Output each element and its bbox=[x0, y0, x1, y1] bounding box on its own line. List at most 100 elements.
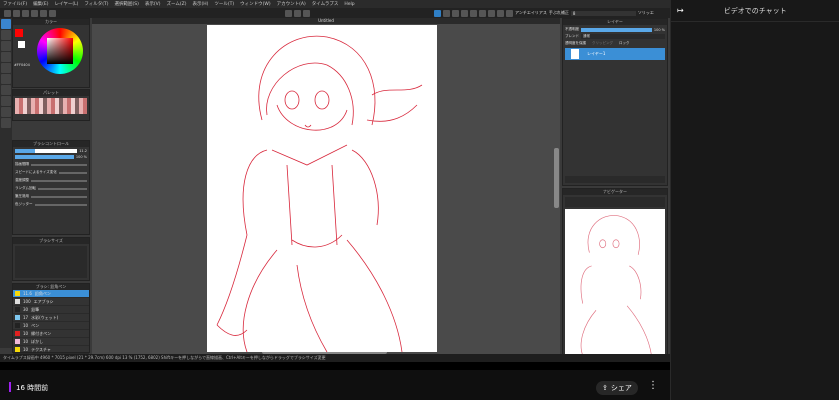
hand-tool-icon[interactable] bbox=[1, 118, 11, 128]
brush-setting-slider[interactable] bbox=[31, 195, 87, 198]
background-color[interactable] bbox=[18, 41, 25, 48]
undo-button[interactable] bbox=[285, 9, 292, 17]
brush-setting-row[interactable]: 筆圧適用 bbox=[15, 194, 87, 199]
menu-item[interactable]: タイムラプス bbox=[312, 1, 339, 7]
gradient-tool-icon[interactable] bbox=[1, 85, 11, 95]
navigator-buttons[interactable] bbox=[565, 197, 665, 207]
lock-checkbox[interactable]: ロック bbox=[619, 41, 630, 46]
protect-alpha-checkbox[interactable]: 透明度を保護 bbox=[565, 41, 586, 46]
save-as-button[interactable] bbox=[31, 9, 38, 17]
brush-item[interactable]: 17 水彩(ウェット) bbox=[13, 314, 89, 322]
navigator-preview[interactable] bbox=[565, 209, 665, 357]
clipping-checkbox[interactable]: クリッピング bbox=[592, 41, 613, 46]
open-button[interactable] bbox=[13, 9, 20, 17]
menu-item[interactable]: Help bbox=[344, 2, 354, 7]
brush-setting-slider[interactable] bbox=[34, 203, 87, 206]
cross-snap-button[interactable] bbox=[470, 9, 477, 17]
redo-button[interactable] bbox=[294, 9, 301, 17]
menu-item[interactable]: 編集(E) bbox=[33, 1, 48, 7]
correction-select[interactable]: 8 bbox=[570, 10, 636, 16]
brush-item[interactable]: 10 ぼかし bbox=[13, 338, 89, 346]
brush-setting-row[interactable]: 描画間隔 bbox=[15, 162, 87, 167]
text-tool-icon[interactable] bbox=[1, 96, 11, 106]
brush-setting-label: 濃度調整 bbox=[15, 178, 29, 182]
brush-item[interactable]: 10 縁付きペン bbox=[13, 330, 89, 338]
brush-size: 10 bbox=[23, 331, 29, 336]
brush-color-swatch bbox=[15, 339, 20, 344]
brush-setting-row[interactable]: 色ジッター bbox=[15, 202, 87, 207]
brush-setting-row[interactable]: ランダム回転 bbox=[15, 186, 87, 191]
brush-item[interactable]: 30 鉛筆 bbox=[13, 306, 89, 314]
foreground-color[interactable] bbox=[15, 29, 23, 37]
snap-checkbox[interactable]: ソリッエ bbox=[638, 10, 654, 16]
antialias-label[interactable]: アンチエイリアス bbox=[515, 10, 547, 16]
brush-setting-row[interactable]: 濃度調整 bbox=[15, 178, 87, 183]
brush-setting-slider[interactable] bbox=[58, 171, 87, 174]
brush-item[interactable]: 100 エアブラシ bbox=[13, 298, 89, 306]
dot-tool-icon[interactable] bbox=[1, 41, 11, 51]
save-button[interactable] bbox=[22, 9, 29, 17]
blend-select[interactable]: 通常 bbox=[581, 34, 665, 39]
share-button[interactable]: ⇪ シェア bbox=[596, 381, 638, 395]
menu-item[interactable]: レイヤー(L) bbox=[54, 1, 78, 7]
canvas-tab[interactable]: Untitled bbox=[92, 18, 560, 24]
radial-snap-button[interactable] bbox=[461, 9, 468, 17]
menu-item[interactable]: フィルタ(T) bbox=[84, 1, 108, 7]
brush-size-slider[interactable] bbox=[15, 149, 78, 153]
share-icon: ⇪ bbox=[602, 384, 608, 392]
eyedropper-tool-icon[interactable] bbox=[1, 107, 11, 117]
palette-swatches[interactable] bbox=[15, 98, 87, 114]
move-tool-icon[interactable] bbox=[1, 63, 11, 73]
brush-setting-slider[interactable] bbox=[38, 187, 87, 190]
select-tool-icon[interactable] bbox=[1, 52, 11, 62]
parallel-snap-button[interactable] bbox=[443, 9, 450, 17]
opacity-slider[interactable] bbox=[15, 155, 74, 159]
vertical-scrollbar[interactable] bbox=[554, 148, 559, 208]
drawing-canvas[interactable] bbox=[207, 25, 437, 353]
brush-setting-slider[interactable] bbox=[31, 163, 87, 166]
new-file-button[interactable] bbox=[4, 9, 11, 17]
perspective-button[interactable] bbox=[497, 9, 504, 17]
menu-item[interactable]: ファイル(F) bbox=[3, 1, 27, 7]
brush-setting-label: 描画間隔 bbox=[15, 162, 29, 166]
brush-size-presets[interactable] bbox=[15, 246, 87, 278]
menu-item[interactable]: ウィンドウ(W) bbox=[240, 1, 270, 7]
brush-setting-slider[interactable] bbox=[31, 179, 87, 182]
menu-item[interactable]: 表示(V) bbox=[145, 1, 161, 7]
layer-opacity-slider[interactable] bbox=[581, 27, 652, 32]
opacity-value: 100 % bbox=[75, 155, 87, 159]
brush-item[interactable]: 11.6 鉛角ペン bbox=[13, 290, 89, 298]
saturation-square[interactable] bbox=[47, 38, 73, 64]
settings-button[interactable] bbox=[506, 9, 513, 17]
export-button[interactable] bbox=[40, 9, 47, 17]
brush-item[interactable]: 10 テクスチャ bbox=[13, 346, 89, 354]
color-wheel[interactable] bbox=[37, 28, 83, 74]
fill-tool-icon[interactable] bbox=[1, 74, 11, 84]
snap-off-button[interactable] bbox=[434, 9, 441, 17]
layer-row[interactable]: レイヤー1 bbox=[565, 48, 665, 60]
eraser-tool-icon[interactable] bbox=[1, 30, 11, 40]
more-options-icon[interactable]: ⋮ bbox=[648, 380, 658, 391]
menu-item[interactable]: ズーム(Z) bbox=[167, 1, 187, 7]
brush-item[interactable]: 10 ペン bbox=[13, 322, 89, 330]
palette-title: パレット bbox=[13, 90, 89, 96]
grid-snap-button[interactable] bbox=[452, 9, 459, 17]
video-progress-area[interactable] bbox=[0, 362, 670, 370]
menu-item[interactable]: 表示(H) bbox=[192, 1, 208, 7]
brush-control-panel: ブラシコントロール 11.2 100 % 描画間隔 スピードによるサイズ変化 濃度調… bbox=[12, 140, 90, 235]
menu-item[interactable]: ツール(T) bbox=[214, 1, 234, 7]
menu-item[interactable]: アカウント(A) bbox=[277, 1, 306, 7]
deselect-button[interactable] bbox=[303, 9, 310, 17]
tool-bar bbox=[0, 18, 12, 348]
cloud-button[interactable] bbox=[49, 9, 56, 17]
brush-color-swatch bbox=[15, 315, 20, 320]
circle-snap-button[interactable] bbox=[479, 9, 486, 17]
brush-setting-row[interactable]: スピードによるサイズ変化 bbox=[15, 170, 87, 175]
curve-snap-button[interactable] bbox=[488, 9, 495, 17]
brush-name: テクスチャ bbox=[31, 346, 51, 352]
menu-item[interactable]: 選択範囲(S) bbox=[115, 1, 139, 7]
layer-buttons[interactable] bbox=[565, 176, 665, 183]
layer-panel: レイヤー 不透明度 100 % ブレンド 通常 透明度を保護 クリッピング ロック レイ… bbox=[562, 18, 668, 186]
collapse-chat-icon[interactable]: ↦ bbox=[677, 6, 684, 15]
pen-tool-icon[interactable] bbox=[1, 19, 11, 29]
